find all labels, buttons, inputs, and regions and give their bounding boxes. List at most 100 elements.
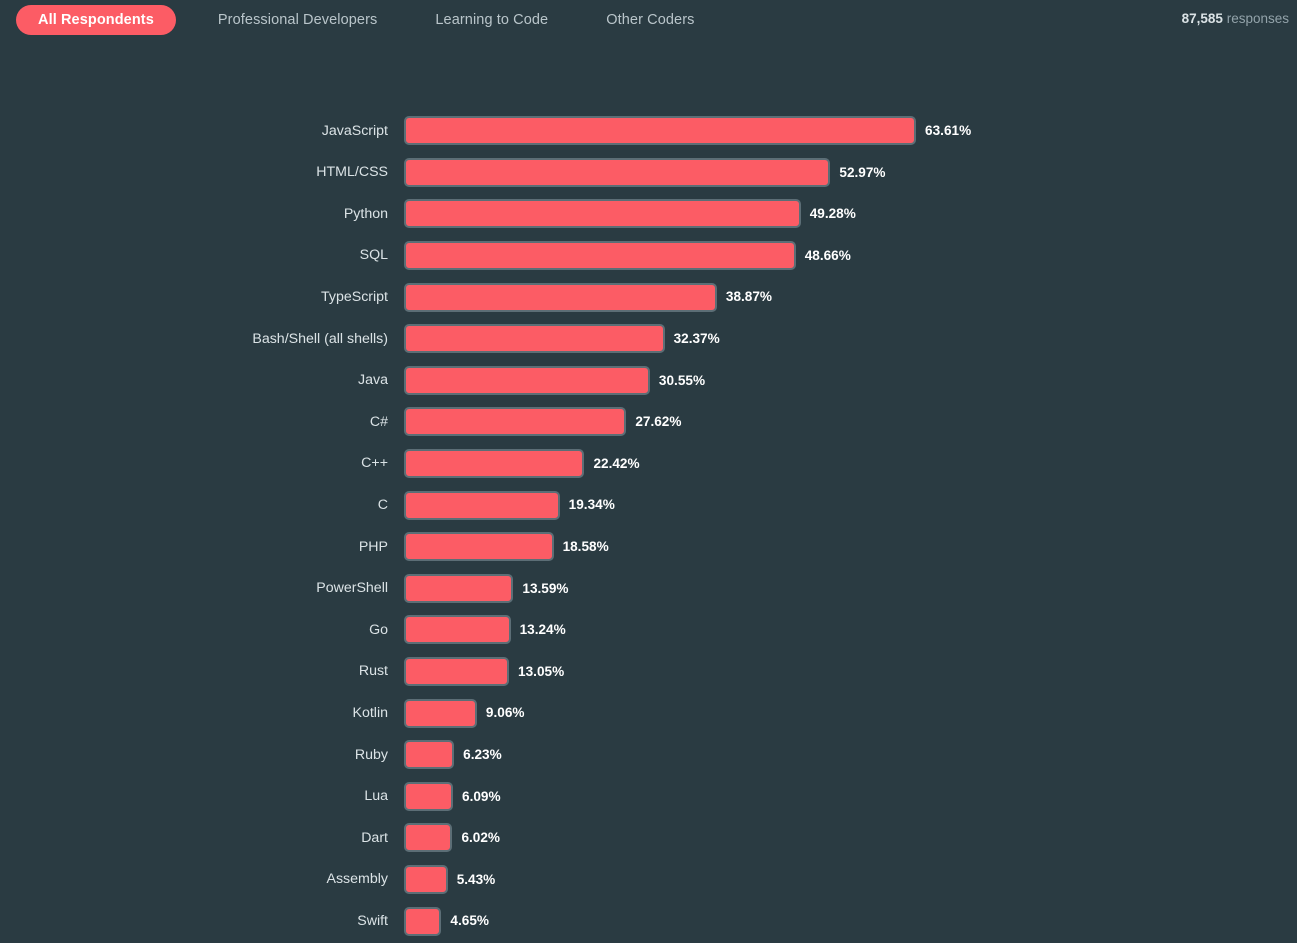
bar-value-label: 4.65%	[450, 913, 489, 929]
tab-all-respondents[interactable]: All Respondents	[16, 4, 176, 36]
bar[interactable]	[404, 282, 717, 312]
chart-row: Go 13.24%	[0, 609, 1297, 651]
bar-track: 6.09%	[404, 776, 1297, 818]
chart-row: Assembly 5.43%	[0, 859, 1297, 901]
bar-category-label: Kotlin	[352, 705, 389, 721]
chart-row: JavaScript 63.61%	[0, 110, 1297, 152]
bar-track: 5.43%	[404, 859, 1297, 901]
bar[interactable]	[404, 407, 627, 437]
chart-row: Bash/Shell (all shells) 32.37%	[0, 318, 1297, 360]
responses-word: responses	[1226, 11, 1289, 26]
bar-track: 48.66%	[404, 235, 1297, 277]
bar-track: 22.42%	[404, 443, 1297, 485]
bar[interactable]	[404, 657, 510, 687]
chart-row: Kotlin 9.06%	[0, 692, 1297, 734]
bar-value-label: 19.34%	[568, 497, 615, 513]
bar-value-label: 5.43%	[456, 871, 496, 887]
bar-category-label: SQL	[359, 247, 388, 264]
bar-category-label: Lua	[364, 788, 388, 805]
chart-row: PowerShell 13.59%	[0, 568, 1297, 610]
bar-value-label: 32.37%	[673, 330, 720, 346]
bar-value-label: 27.62%	[635, 414, 682, 430]
chart-row: Python 49.28%	[0, 193, 1297, 235]
bar-value-label: 6.23%	[463, 746, 502, 762]
chart-row: HTML/CSS 52.97%	[0, 152, 1297, 194]
responses-count: 87,585 responses	[1182, 11, 1289, 26]
bar[interactable]	[404, 449, 585, 479]
bar-track: 27.62%	[404, 401, 1297, 443]
bar-track: 13.05%	[404, 651, 1297, 693]
bar-category-label: PHP	[358, 538, 388, 555]
bar-category-label: Java	[358, 372, 388, 389]
bar-track: 6.02%	[404, 817, 1297, 859]
bar-value-label: 30.55%	[658, 372, 706, 388]
bar-category-label: Ruby	[354, 746, 388, 763]
chart-row: PHP 18.58%	[0, 526, 1297, 568]
bar-track: 49.28%	[404, 193, 1297, 235]
bar-value-label: 22.42%	[593, 455, 640, 471]
bar-category-label: C#	[369, 413, 388, 430]
bar[interactable]	[404, 573, 514, 603]
bar-track: 18.58%	[404, 526, 1297, 568]
bar[interactable]	[404, 740, 455, 770]
bar-value-label: 6.02%	[461, 830, 500, 846]
chart-row: Swift 4.65%	[0, 900, 1297, 942]
bar[interactable]	[404, 157, 831, 187]
bar-value-label: 13.24%	[519, 622, 566, 638]
responses-number: 87,585	[1181, 11, 1223, 26]
bar-value-label: 48.66%	[804, 247, 851, 263]
bar-value-label: 49.28%	[809, 206, 856, 222]
bar-value-label: 52.97%	[839, 164, 886, 180]
bar[interactable]	[404, 324, 665, 354]
bar[interactable]	[404, 823, 453, 853]
tab-professional-developers[interactable]: Professional Developers	[202, 6, 393, 35]
bar[interactable]	[404, 199, 801, 229]
bar[interactable]	[404, 365, 650, 395]
chart-row: C 19.34%	[0, 484, 1297, 526]
bar-category-label: Assembly	[326, 871, 389, 888]
bar-track: 38.87%	[404, 276, 1297, 318]
bar-track: 32.37%	[404, 318, 1297, 360]
bar-category-label: TypeScript	[320, 289, 388, 306]
bar-track: 19.34%	[404, 484, 1297, 526]
bar-category-label: JavaScript	[321, 122, 388, 139]
bar-category-label: Dart	[361, 829, 388, 846]
bar-value-label: 13.05%	[518, 663, 565, 679]
tabs-container: All Respondents Professional Developers Le…	[16, 4, 710, 36]
bar-category-label: HTML/CSS	[316, 164, 388, 181]
chart-row: SQL 48.66%	[0, 235, 1297, 277]
bar-track: 13.24%	[404, 609, 1297, 651]
bar-track: 4.65%	[404, 900, 1297, 942]
chart-row: TypeScript 38.87%	[0, 276, 1297, 318]
bar-track: 52.97%	[404, 152, 1297, 194]
bar-category-label: Bash/Shell (all shells)	[252, 330, 388, 347]
bar[interactable]	[404, 532, 554, 562]
bar[interactable]	[404, 781, 454, 811]
chart-row: Rust 13.05%	[0, 651, 1297, 693]
bar-category-label: C++	[361, 455, 388, 472]
tab-other-coders[interactable]: Other Coders	[590, 6, 710, 35]
tab-learning-to-code[interactable]: Learning to Code	[419, 6, 564, 35]
tab-bar: All Respondents Professional Developers Le…	[0, 0, 1297, 40]
chart-row: Ruby 6.23%	[0, 734, 1297, 776]
bar-track: 63.61%	[404, 110, 1297, 152]
horizontal-bar-chart: JavaScript 63.61% HTML/CSS 52.97% Python 49.2…	[0, 40, 1297, 942]
bar-category-label: Swift	[357, 912, 388, 929]
bar-category-label: PowerShell	[316, 580, 388, 597]
bar[interactable]	[404, 241, 796, 271]
bar-track: 9.06%	[404, 692, 1297, 734]
bar[interactable]	[404, 698, 477, 728]
bar-value-label: 13.59%	[522, 580, 569, 596]
bar[interactable]	[404, 615, 511, 645]
bar-value-label: 9.06%	[485, 705, 525, 721]
bar[interactable]	[404, 490, 560, 520]
bar[interactable]	[404, 116, 917, 146]
bar-category-label: Rust	[358, 663, 388, 680]
bar-track: 13.59%	[404, 568, 1297, 610]
bar-category-label: Python	[343, 205, 388, 222]
chart-row: Dart 6.02%	[0, 817, 1297, 859]
bar[interactable]	[404, 906, 442, 936]
chart-row: C# 27.62%	[0, 401, 1297, 443]
bar[interactable]	[404, 864, 448, 894]
bar-value-label: 38.87%	[725, 289, 772, 305]
